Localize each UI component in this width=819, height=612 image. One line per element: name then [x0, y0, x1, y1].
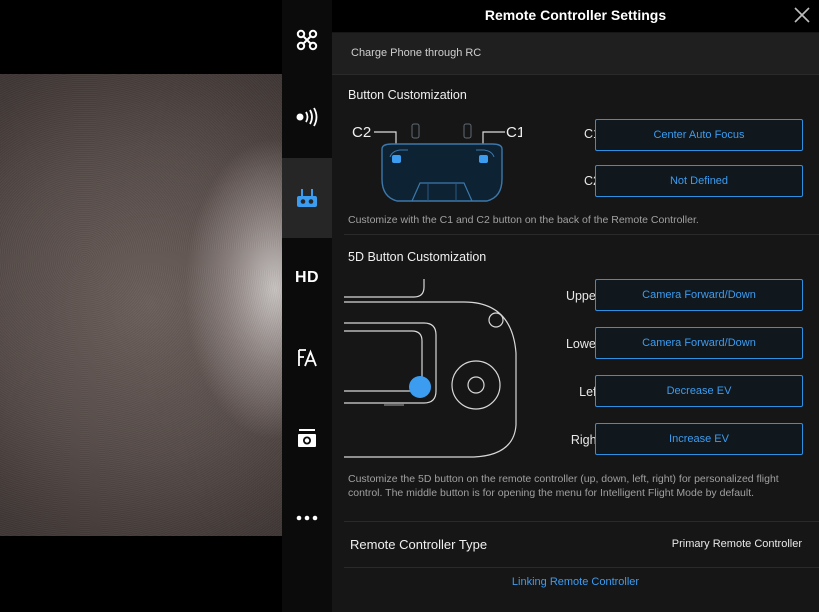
five-d-note: Customize the 5D button on the remote co… — [348, 473, 779, 499]
charge-phone-row[interactable]: Charge Phone through RC — [332, 33, 819, 75]
c2-function-button[interactable]: Not Defined — [595, 165, 803, 197]
five-d-upper-label: Upper — [565, 289, 600, 303]
five-d-title: 5D Button Customization — [348, 250, 487, 264]
controller-type-value: Primary Remote Controller — [671, 538, 802, 550]
menu-item-more[interactable] — [282, 478, 332, 558]
c2-label: C2 — [584, 174, 600, 188]
five-d-upper-button[interactable]: Camera Forward/Down — [595, 279, 803, 311]
signal-dot-icon — [296, 107, 318, 127]
hd-text-icon: HD — [294, 269, 320, 286]
controller-type-label: Remote Controller Type — [350, 537, 488, 552]
close-icon[interactable] — [792, 5, 812, 25]
button-customization-section: Button Customization C2 C1 C1 Center Aut… — [344, 75, 819, 235]
diagram-label-c2: C2 — [352, 124, 371, 141]
font-a-icon — [298, 349, 317, 367]
menu-item-sensors[interactable] — [282, 77, 332, 157]
five-d-right-label: Right — [570, 433, 600, 447]
five-d-left-label: Left — [579, 385, 600, 399]
menu-item-remote-controller[interactable] — [282, 158, 332, 238]
five-d-lower-button[interactable]: Camera Forward/Down — [595, 327, 803, 359]
five-d-left-button[interactable]: Decrease EV — [595, 375, 803, 407]
five-d-right-button[interactable]: Increase EV — [595, 423, 803, 455]
five-d-lower-label: Lower — [565, 337, 600, 351]
five-d-controller-diagram — [344, 279, 517, 458]
button-customization-note: Customize with the C1 and C2 button on t… — [348, 214, 699, 226]
button-customization-title: Button Customization — [348, 88, 467, 102]
diagram-label-c1: C1 — [506, 124, 522, 141]
more-dots-icon — [296, 515, 318, 521]
remote-controller-icon — [297, 189, 317, 207]
charge-phone-label: Charge Phone through RC — [351, 47, 482, 59]
menu-item-battery-language[interactable] — [282, 318, 332, 398]
c1-label: C1 — [584, 127, 600, 141]
settings-menu-bar: HD — [282, 0, 332, 612]
controller-back-diagram: C2 C1 — [352, 123, 522, 202]
menu-item-camera[interactable] — [282, 398, 332, 478]
c1-function-button[interactable]: Center Auto Focus — [595, 119, 803, 151]
linking-remote-controller-link[interactable]: Linking Remote Controller — [332, 576, 819, 588]
panel-header: Remote Controller Settings — [332, 0, 819, 32]
menu-item-aircraft[interactable] — [282, 0, 332, 80]
panel-title: Remote Controller Settings — [484, 7, 667, 23]
controller-type-row[interactable]: Remote Controller Type Primary Remote Co… — [344, 522, 819, 568]
camera-icon — [298, 429, 316, 447]
camera-live-view — [0, 74, 282, 536]
remote-controller-settings-panel: Remote Controller Settings Charge Phone … — [332, 0, 819, 612]
menu-item-hd[interactable]: HD — [282, 238, 332, 318]
aircraft-icon — [296, 29, 318, 51]
five-d-customization-section: 5D Button Customization Upper Camera For… — [344, 235, 819, 522]
